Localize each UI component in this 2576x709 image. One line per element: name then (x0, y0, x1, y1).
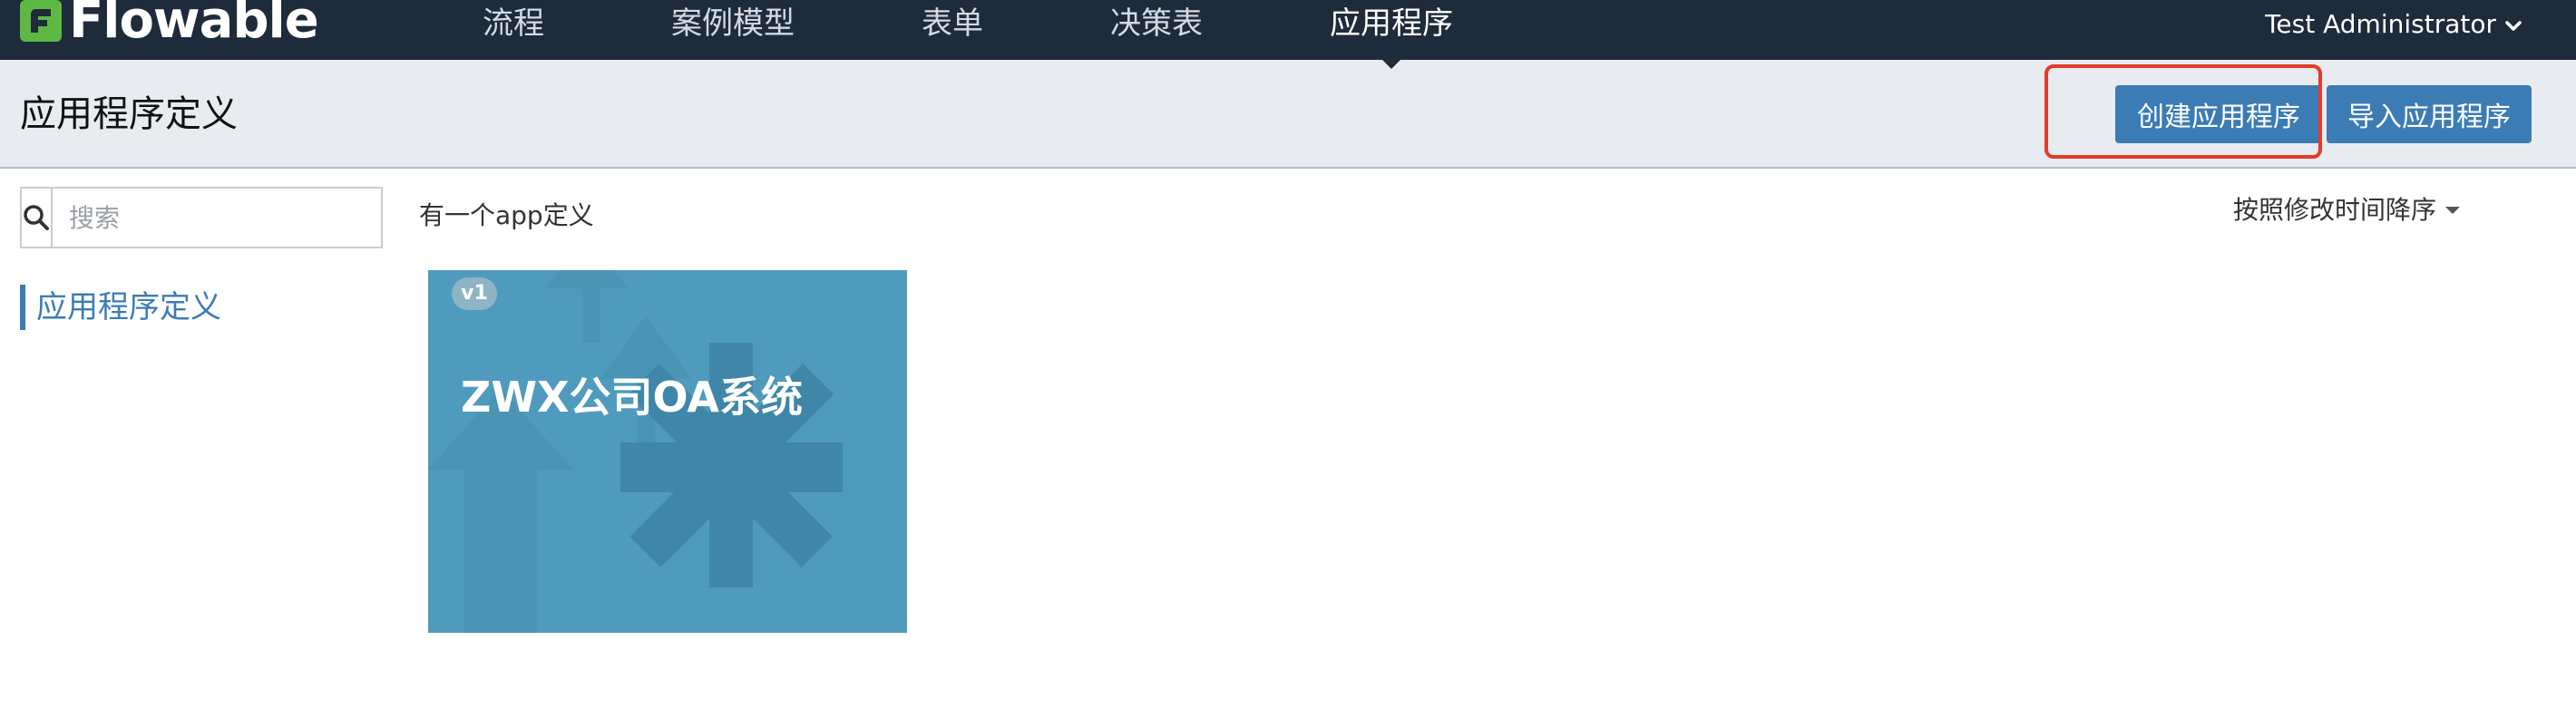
brand-name: Flowable (69, 0, 319, 50)
flowable-logo-icon (18, 0, 63, 44)
sort-dropdown[interactable]: 按照修改时间降序 (2233, 192, 2461, 228)
brand-logo[interactable]: Flowable (18, 0, 319, 50)
import-app-button[interactable]: 导入应用程序 (2327, 85, 2532, 143)
top-navbar: Flowable 流程 案例模型 表单 决策表 应用程序 Test Admini… (0, 0, 2576, 60)
search-input[interactable] (53, 189, 385, 247)
caret-down-icon (2445, 207, 2461, 214)
nav-item-form[interactable]: 表单 (922, 0, 983, 51)
search-icon[interactable] (22, 189, 53, 247)
version-badge: v1 (452, 277, 497, 310)
search-box (20, 187, 385, 248)
nav-item-apps[interactable]: 应用程序 (1330, 0, 1453, 51)
result-count: 有一个app定义 (419, 200, 594, 230)
nav-item-decision-table[interactable]: 决策表 (1110, 0, 1203, 51)
nav-item-process[interactable]: 流程 (483, 0, 544, 51)
user-name: Test Administrator (2265, 8, 2496, 39)
nav-item-case-model[interactable]: 案例模型 (671, 0, 795, 51)
chevron-down-icon (2505, 9, 2522, 39)
page-header: 应用程序定义 创建应用程序 导入应用程序 (0, 60, 2576, 169)
app-card-background-art (428, 270, 843, 633)
page-title: 应用程序定义 (20, 93, 238, 135)
create-app-button[interactable]: 创建应用程序 (2115, 85, 2322, 143)
app-title: ZWX公司OA系统 (461, 373, 804, 422)
active-nav-indicator (1379, 56, 1404, 69)
user-menu[interactable]: Test Administrator (2265, 0, 2522, 47)
sidebar-item-app-definitions[interactable]: 应用程序定义 (20, 285, 221, 330)
app-card[interactable]: v1 ZWX公司OA系统 (428, 270, 907, 633)
sort-label: 按照修改时间降序 (2233, 195, 2437, 225)
